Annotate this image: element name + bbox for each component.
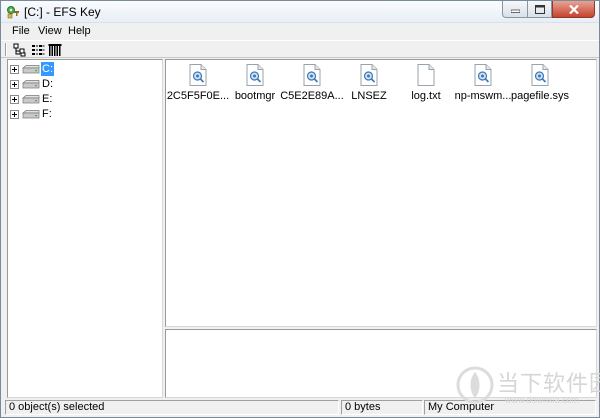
file-item[interactable]: bootmgr [227,64,283,104]
toolbar-grip[interactable] [5,43,7,56]
file-item[interactable]: log.txt [398,64,454,104]
details-view-icon[interactable] [31,43,45,57]
status-size: 0 bytes [341,400,423,415]
system-file-icon [246,64,264,86]
drive-tree-pane[interactable]: C: D: E: F: [7,59,163,398]
system-file-icon [531,64,549,86]
file-item[interactable]: pagefile.sys [511,64,569,104]
text-file-icon [417,64,435,86]
file-item[interactable]: np-mswm... [455,64,511,104]
expand-icon[interactable] [10,65,19,74]
system-file-icon [360,64,378,86]
columns-view-icon[interactable] [48,43,62,57]
system-file-icon [474,64,492,86]
menu-view[interactable]: View [38,25,62,37]
expand-icon[interactable] [10,80,19,89]
maximize-button[interactable] [527,1,552,18]
tree-label-e[interactable]: E: [41,92,53,106]
efs-key-window: [C:] - EFS Key File View Help C: D: E: F… [0,0,600,418]
tree-label-d[interactable]: D: [41,77,54,91]
maximize-icon [534,4,545,14]
file-item[interactable]: 2C5F5F0E... [167,64,229,104]
window-title: [C:] - EFS Key [24,5,101,19]
watermark-title: 当下软件园 [497,372,600,397]
title-bar[interactable]: [C:] - EFS Key [1,1,599,23]
hard-drive-icon [22,80,40,89]
file-name: pagefile.sys [510,90,570,102]
file-item[interactable]: LNSEZ [341,64,397,104]
tree-node-d[interactable]: D: [10,77,160,91]
minimize-icon [510,9,520,13]
system-file-icon [189,64,207,86]
tree-node-f[interactable]: F: [10,107,160,121]
expand-icon[interactable] [10,110,19,119]
watermark-url: www.downxia.com [505,395,580,405]
window-controls [502,1,595,19]
menu-file[interactable]: File [12,25,30,37]
close-button[interactable] [552,1,595,18]
menu-help[interactable]: Help [68,25,91,37]
menu-bar: File View Help [1,23,599,40]
watermark-logo-icon [456,366,494,404]
status-selection: 0 object(s) selected [5,400,339,415]
hard-drive-icon [22,65,40,74]
tree-label-c[interactable]: C: [41,62,54,76]
close-icon [568,4,579,14]
tree-node-c[interactable]: C: [10,62,160,76]
hard-drive-icon [22,95,40,104]
app-key-icon [7,6,19,19]
system-file-icon [303,64,321,86]
expand-icon[interactable] [10,95,19,104]
hard-drive-icon [22,110,40,119]
tree-node-e[interactable]: E: [10,92,160,106]
file-list-pane[interactable]: 2C5F5F0E... bootmgr C5E2E89A... LNSEZ lo… [165,59,597,327]
minimize-button[interactable] [502,1,527,18]
tree-label-f[interactable]: F: [41,107,53,121]
toolbar [1,40,599,58]
tree-view-icon[interactable] [13,43,27,57]
watermark: 当下软件园 www.downxia.com [449,363,600,415]
file-item[interactable]: C5E2E89A... [280,64,344,104]
